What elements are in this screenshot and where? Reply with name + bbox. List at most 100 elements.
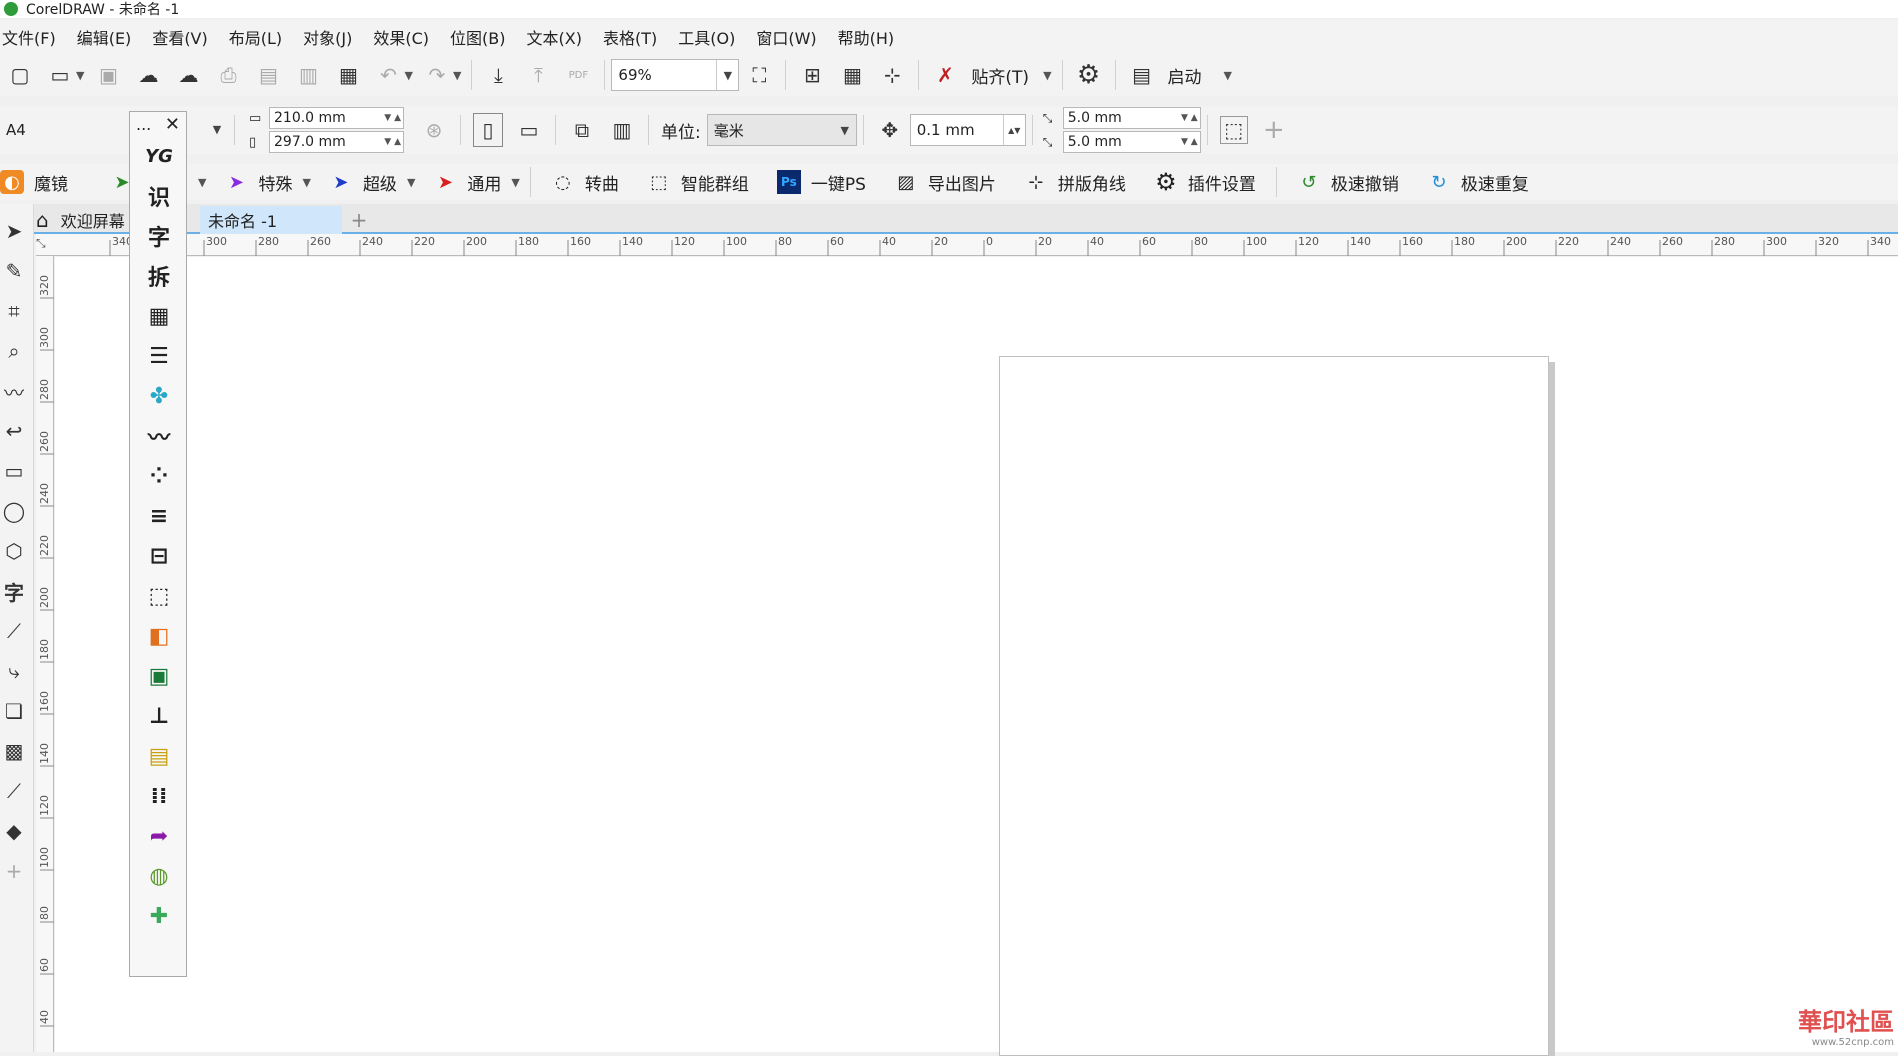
tab-welcome-screen[interactable]: ⌂ 欢迎屏幕 [28, 206, 132, 234]
menu-view[interactable]: 查看(V) [148, 25, 224, 49]
redo-icon[interactable]: ↷ [423, 61, 451, 89]
clover-icon[interactable]: ✤ [130, 376, 188, 416]
unit-combo[interactable]: 毫米 ▼ [707, 114, 857, 146]
eyedropper-tool-icon[interactable]: ⟋ [0, 778, 28, 804]
launch-label[interactable]: 启动 [1168, 63, 1202, 88]
crop-tool-icon[interactable]: ⌗ [0, 298, 28, 324]
duplicate-y-spin-icon[interactable]: ▼ ▲ [1181, 137, 1198, 147]
menu-layout[interactable]: 布局(L) [225, 25, 299, 49]
dimension-icon[interactable]: ⊥ [130, 696, 188, 736]
plugin-settings[interactable]: ⚙ 插件设置 [1154, 170, 1256, 195]
ellipse-tool-icon[interactable]: ◯ [0, 498, 28, 524]
general-dropdown-icon[interactable]: ▼ [511, 176, 519, 189]
vertical-ruler[interactable]: 3203002802602402202001801601401201008060… [36, 256, 54, 1052]
plugin-fast-redo[interactable]: ↻ 极速重复 [1427, 170, 1529, 195]
menu-table[interactable]: 表格(T) [599, 25, 674, 49]
options-gear-icon[interactable]: ⚙ [1075, 61, 1103, 89]
nudge-distance-field[interactable]: 0.1 mm ▲▼ [910, 114, 1026, 146]
page-width-spin-icon[interactable]: ▼ ▲ [384, 113, 401, 123]
ball-icon[interactable]: ◍ [130, 856, 188, 896]
horizontal-ruler[interactable]: ⤡ 34030028026024022020018016014012010080… [36, 234, 1898, 256]
menu-effects[interactable]: 效果(C) [369, 25, 446, 49]
pick-tool-icon[interactable]: ➤ [0, 218, 28, 244]
duplicate-x-field[interactable]: 5.0 mm ▼ ▲ [1063, 107, 1201, 129]
text-tool-icon[interactable]: 字 [0, 578, 28, 604]
application-launcher-icon[interactable]: ▤ [1128, 61, 1156, 89]
menu-help[interactable]: 帮助(H) [834, 25, 912, 49]
list-icon[interactable]: ☰ [130, 336, 188, 376]
plugin-super[interactable]: ➤ 超级 [329, 170, 397, 195]
recognize-icon[interactable]: 识 [130, 176, 188, 216]
rectangle-tool-icon[interactable]: ▭ [0, 458, 28, 484]
plugin-magic-mirror[interactable]: ◐ 魔镜 [0, 170, 68, 195]
share-arrow-icon[interactable]: ➦ [130, 816, 188, 856]
image-frame-icon[interactable]: ▣ [130, 656, 188, 696]
save-icon[interactable]: ▣ [94, 61, 122, 89]
export-pdf-icon[interactable]: PDF [564, 61, 592, 89]
page-size-dropdown-icon[interactable]: ▼ [206, 114, 228, 144]
portrait-icon[interactable]: ▯ [473, 113, 503, 147]
grid-list-icon[interactable]: ▤ [130, 736, 188, 776]
align-icon[interactable]: ⊟ [130, 536, 188, 576]
full-screen-icon[interactable]: ⛶ [745, 61, 773, 89]
nodes-icon[interactable]: ⁘ [130, 456, 188, 496]
plugin-one-click-ps[interactable]: Ps 一键PS [777, 170, 866, 195]
show-grid-icon[interactable]: ▦ [838, 61, 866, 89]
character-icon[interactable]: 字 [130, 216, 188, 256]
paste-icon[interactable]: ▦ [334, 61, 362, 89]
polygon-tool-icon[interactable]: ⬡ [0, 538, 28, 564]
cut-icon[interactable]: ▤ [254, 61, 282, 89]
ruler-marks-icon[interactable]: ⁞⁞ [130, 776, 188, 816]
snap-dropdown-icon[interactable]: ▼ [1043, 69, 1051, 82]
add-tool-icon[interactable]: + [0, 858, 28, 884]
menu-tools[interactable]: 工具(O) [674, 25, 752, 49]
page-width-field[interactable]: 210.0 mm ▼ ▲ [269, 107, 404, 129]
add-toolbar-icon[interactable]: + [1260, 116, 1288, 144]
menu-window[interactable]: 窗口(W) [752, 25, 833, 49]
undo-icon[interactable]: ↶ [374, 61, 402, 89]
plugin-smart-group[interactable]: ⬚ 智能群组 [647, 170, 749, 195]
plugin-crop-marks[interactable]: ⊹ 拼版角线 [1024, 170, 1126, 195]
zoom-tool-icon[interactable]: ⌕ [0, 338, 28, 364]
print-icon[interactable]: ⎙ [214, 61, 242, 89]
duplicate-y-field[interactable]: 5.0 mm ▼ ▲ [1063, 131, 1201, 153]
select-group-icon[interactable]: ⬚ [130, 576, 188, 616]
snap-to-label[interactable]: 贴齐(T) [971, 63, 1029, 88]
export-icon[interactable]: ⤒ [524, 61, 552, 89]
plugin-export-image[interactable]: ▨ 导出图片 [894, 170, 996, 195]
special-dropdown-icon[interactable]: ▼ [302, 176, 310, 189]
open-dropdown-icon[interactable]: ▼ [76, 69, 84, 82]
page-height-field[interactable]: 297.0 mm ▼ ▲ [269, 131, 404, 153]
show-rulers-icon[interactable]: ⊞ [798, 61, 826, 89]
undo-dropdown-icon[interactable]: ▼ [404, 69, 412, 82]
new-document-icon[interactable]: ▢ [6, 61, 34, 89]
menu-object[interactable]: 对象(J) [299, 25, 369, 49]
menu-text[interactable]: 文本(X) [523, 25, 599, 49]
paste-special-icon[interactable]: ▦ [130, 296, 188, 336]
page-height-spin-icon[interactable]: ▼ ▲ [384, 137, 401, 147]
tab-document[interactable]: 未命名 -1 [200, 206, 342, 234]
document-page[interactable] [999, 356, 1549, 1056]
freehand-tool-icon[interactable]: 〰 [0, 378, 28, 404]
transparency-tool-icon[interactable]: ▩ [0, 738, 28, 764]
duplicate-x-spin-icon[interactable]: ▼ ▲ [1181, 113, 1198, 123]
puzzle-icon[interactable]: ✚ [130, 896, 188, 936]
split-icon[interactable]: 拆 [130, 256, 188, 296]
plugin-dropdown-icon[interactable]: ▼ [198, 176, 206, 189]
shape-tool-icon[interactable]: ✎ [0, 258, 28, 284]
connector-tool-icon[interactable]: ⤷ [0, 658, 28, 684]
import-icon[interactable]: ⤓ [484, 61, 512, 89]
add-tab-button[interactable]: + [344, 206, 374, 234]
zoom-dropdown-icon[interactable]: ▼ [716, 60, 738, 90]
zoom-level-combo[interactable]: 69% ▼ [611, 59, 739, 91]
snap-off-icon[interactable]: ✗ [931, 61, 959, 89]
flyout-menu-icon[interactable]: ... [136, 115, 151, 134]
plugin-fast-undo[interactable]: ↺ 极速撤销 [1297, 170, 1399, 195]
plugin-convert-curve[interactable]: ◌ 转曲 [551, 170, 619, 195]
current-page-icon[interactable]: ▥ [608, 116, 636, 144]
nudge-spin-icon[interactable]: ▲▼ [1003, 115, 1025, 145]
color-swap-icon[interactable]: ◧ [130, 616, 188, 656]
launch-dropdown-icon[interactable]: ▼ [1224, 69, 1232, 82]
super-dropdown-icon[interactable]: ▼ [407, 176, 415, 189]
menu-edit[interactable]: 编辑(E) [73, 25, 149, 49]
